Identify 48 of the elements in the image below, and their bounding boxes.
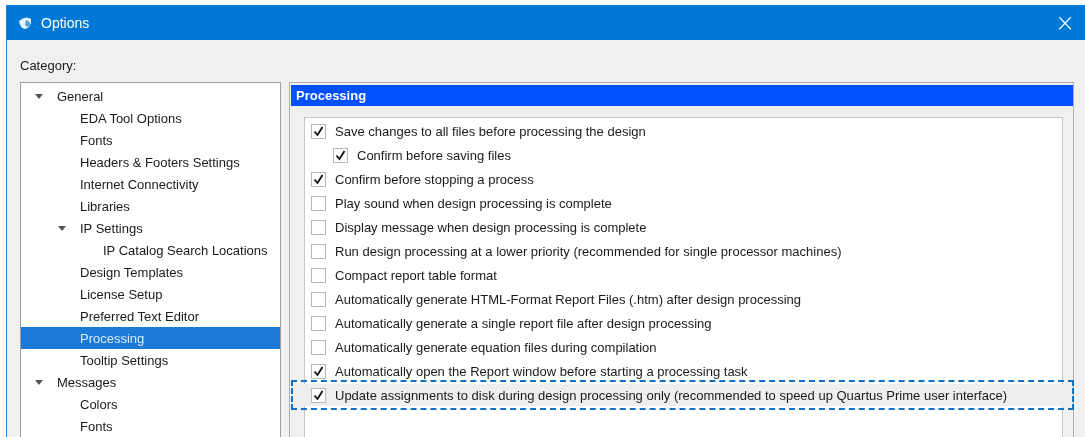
checkbox[interactable] xyxy=(311,219,326,235)
option-label: Automatically generate a single report file after design processing xyxy=(335,315,712,331)
option-label: Play sound when design processing is complete xyxy=(335,195,612,211)
option-label: Save changes to all files before processing the design xyxy=(335,123,646,139)
tree-item[interactable]: Libraries xyxy=(21,195,280,217)
tree-item[interactable]: Processing xyxy=(21,327,280,349)
tree-item[interactable]: Messages xyxy=(21,371,280,393)
tree-item[interactable]: General xyxy=(21,85,280,107)
tree-item[interactable]: EDA Tool Options xyxy=(21,107,280,129)
checkbox[interactable] xyxy=(311,363,326,379)
tree-item[interactable]: Colors xyxy=(21,393,280,415)
option-label: Compact report table format xyxy=(335,267,497,283)
option-label: Run design processing at a lower priority (recommended for single processor machines) xyxy=(335,243,842,259)
window-title: Options xyxy=(41,14,91,31)
option-label: Automatically open the Report window before starting a processing task xyxy=(335,363,748,379)
tree-item[interactable]: Fonts xyxy=(21,415,280,437)
tree-item[interactable]: License Setup xyxy=(21,283,280,305)
tree-item[interactable]: Design Templates xyxy=(21,261,280,283)
tree-item[interactable]: Headers & Footers Settings xyxy=(21,151,280,173)
app-icon xyxy=(17,14,33,31)
checkbox[interactable] xyxy=(311,291,326,307)
checkbox[interactable] xyxy=(311,267,326,283)
checkbox[interactable] xyxy=(311,195,326,211)
expanded-arrow-icon[interactable] xyxy=(35,378,43,386)
category-label: Category: xyxy=(20,58,78,73)
option-label: Confirm before saving files xyxy=(357,147,511,163)
expanded-arrow-icon[interactable] xyxy=(58,224,66,232)
option-label: Automatically generate equation files during compilation xyxy=(335,339,657,355)
tree-item[interactable]: Preferred Text Editor xyxy=(21,305,280,327)
checkbox[interactable] xyxy=(311,123,326,139)
tree-item[interactable]: Tooltip Settings xyxy=(21,349,280,371)
tree-item[interactable]: IP Catalog Search Locations xyxy=(21,239,280,261)
checkbox[interactable] xyxy=(311,339,326,355)
option-label: Display message when design processing is complete xyxy=(335,219,647,235)
panel-header: Processing xyxy=(291,85,1073,106)
tree-item[interactable]: IP Settings xyxy=(21,217,280,239)
checkbox[interactable] xyxy=(311,171,326,187)
option-label: Update assignments to disk during design processing only (recommended to speed up Quartus Prime user interface) xyxy=(335,387,1007,403)
checkbox[interactable] xyxy=(311,387,326,403)
option-label: Confirm before stopping a process xyxy=(335,171,534,187)
tree-item[interactable]: Fonts xyxy=(21,129,280,151)
checkbox[interactable] xyxy=(311,315,326,331)
close-button[interactable]: × xyxy=(1044,7,1085,38)
option-label: Automatically generate HTML-Format Report Files (.htm) after design processing xyxy=(335,291,801,307)
checkbox[interactable] xyxy=(333,147,348,163)
checkbox[interactable] xyxy=(311,243,326,259)
expanded-arrow-icon[interactable] xyxy=(35,92,43,100)
tree-item[interactable]: Internet Connectivity xyxy=(21,173,280,195)
